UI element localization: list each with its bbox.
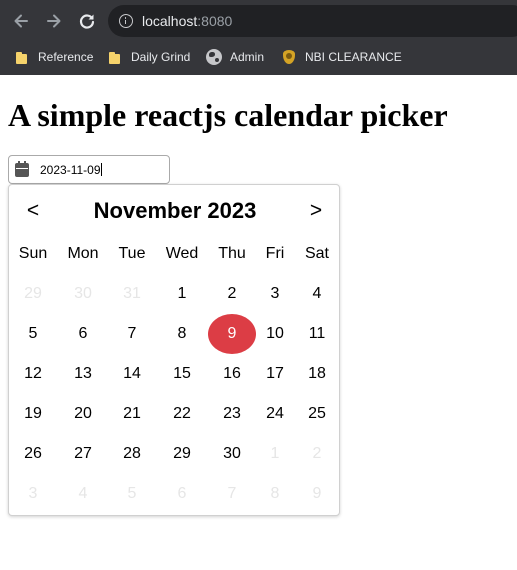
day-cell[interactable]: 18	[292, 354, 342, 394]
day-cell[interactable]: 21	[107, 394, 157, 434]
outside-day-cell[interactable]: 3	[8, 474, 58, 514]
calendar-icon	[15, 161, 29, 177]
globe-icon	[206, 49, 222, 65]
bookmark-admin[interactable]: Admin	[206, 48, 264, 66]
outside-day-cell[interactable]: 5	[107, 474, 157, 514]
day-cell[interactable]: 29	[157, 434, 207, 474]
info-icon[interactable]	[119, 14, 133, 28]
browser-chrome: localhost:8080 Reference Daily Grind Adm…	[0, 0, 517, 75]
day-cell[interactable]: 5	[8, 314, 58, 354]
outside-day-cell[interactable]: 9	[292, 474, 342, 514]
day-cell[interactable]: 13	[58, 354, 108, 394]
address-bar[interactable]: localhost:8080	[108, 5, 517, 37]
back-button[interactable]	[9, 9, 33, 33]
browser-toolbar: localhost:8080	[0, 0, 517, 42]
folder-icon	[14, 49, 30, 65]
outside-day-cell[interactable]: 6	[157, 474, 207, 514]
date-input[interactable]: 2023-11-09	[8, 155, 170, 184]
day-cell[interactable]: 28	[107, 434, 157, 474]
day-cell[interactable]: 6	[58, 314, 108, 354]
day-cell[interactable]: 8	[157, 314, 207, 354]
url-port: :8080	[197, 13, 233, 29]
day-cell[interactable]: 7	[107, 314, 157, 354]
outside-day-cell[interactable]: 4	[58, 474, 108, 514]
forward-button[interactable]	[42, 9, 66, 33]
page-title: A simple reactjs calendar picker	[8, 97, 448, 133]
day-cell[interactable]: 27	[58, 434, 108, 474]
day-cell[interactable]: 19	[8, 394, 58, 434]
bookmark-label: Admin	[230, 50, 265, 64]
day-cell[interactable]: 1	[157, 274, 207, 314]
bookmark-nbi-clearance[interactable]: NBI CLEARANCE	[281, 48, 402, 66]
reload-button[interactable]	[75, 9, 99, 33]
outside-day-cell[interactable]: 31	[107, 274, 157, 314]
date-input-value: 2023-11-09	[40, 163, 102, 177]
text-caret	[100, 163, 102, 176]
calendar-popup: < November 2023 > Sun Mon Tue Wed Thu Fr…	[8, 184, 340, 516]
bookmark-reference[interactable]: Reference	[14, 48, 93, 66]
selected-day-cell[interactable]: 9	[208, 314, 256, 354]
day-cell[interactable]: 11	[292, 314, 342, 354]
folder-icon	[107, 49, 123, 65]
day-cell[interactable]: 22	[157, 394, 207, 434]
day-cell[interactable]: 4	[292, 274, 342, 314]
bookmark-daily-grind[interactable]: Daily Grind	[107, 48, 190, 66]
url-host: localhost	[142, 13, 198, 29]
bookmark-label: Reference	[38, 50, 94, 64]
outside-day-cell[interactable]: 2	[292, 434, 342, 474]
url-text: localhost:8080	[142, 13, 232, 29]
bookmark-label: NBI CLEARANCE	[305, 50, 402, 64]
day-cell[interactable]: 14	[107, 354, 157, 394]
day-cell[interactable]: 12	[8, 354, 58, 394]
shield-icon	[281, 49, 297, 65]
outside-day-cell[interactable]: 29	[8, 274, 58, 314]
arrow-left-icon	[14, 14, 28, 28]
reload-icon	[79, 14, 95, 29]
bookmarks-bar: Reference Daily Grind Admin NBI CLEARANC…	[0, 42, 517, 71]
days-grid: 29 30 31 1 2 3 4 5 6 7 8 9 10 11 12 13 14 15 16 17 18 19 20 21 2…	[9, 185, 341, 517]
bookmark-label: Daily Grind	[131, 50, 191, 64]
outside-day-cell[interactable]: 30	[58, 274, 108, 314]
arrow-right-icon	[47, 14, 61, 28]
day-cell[interactable]: 15	[157, 354, 207, 394]
day-cell[interactable]: 25	[292, 394, 342, 434]
date-input-text: 2023-11-09	[40, 163, 101, 177]
day-cell[interactable]: 26	[8, 434, 58, 474]
day-cell[interactable]: 20	[58, 394, 108, 434]
